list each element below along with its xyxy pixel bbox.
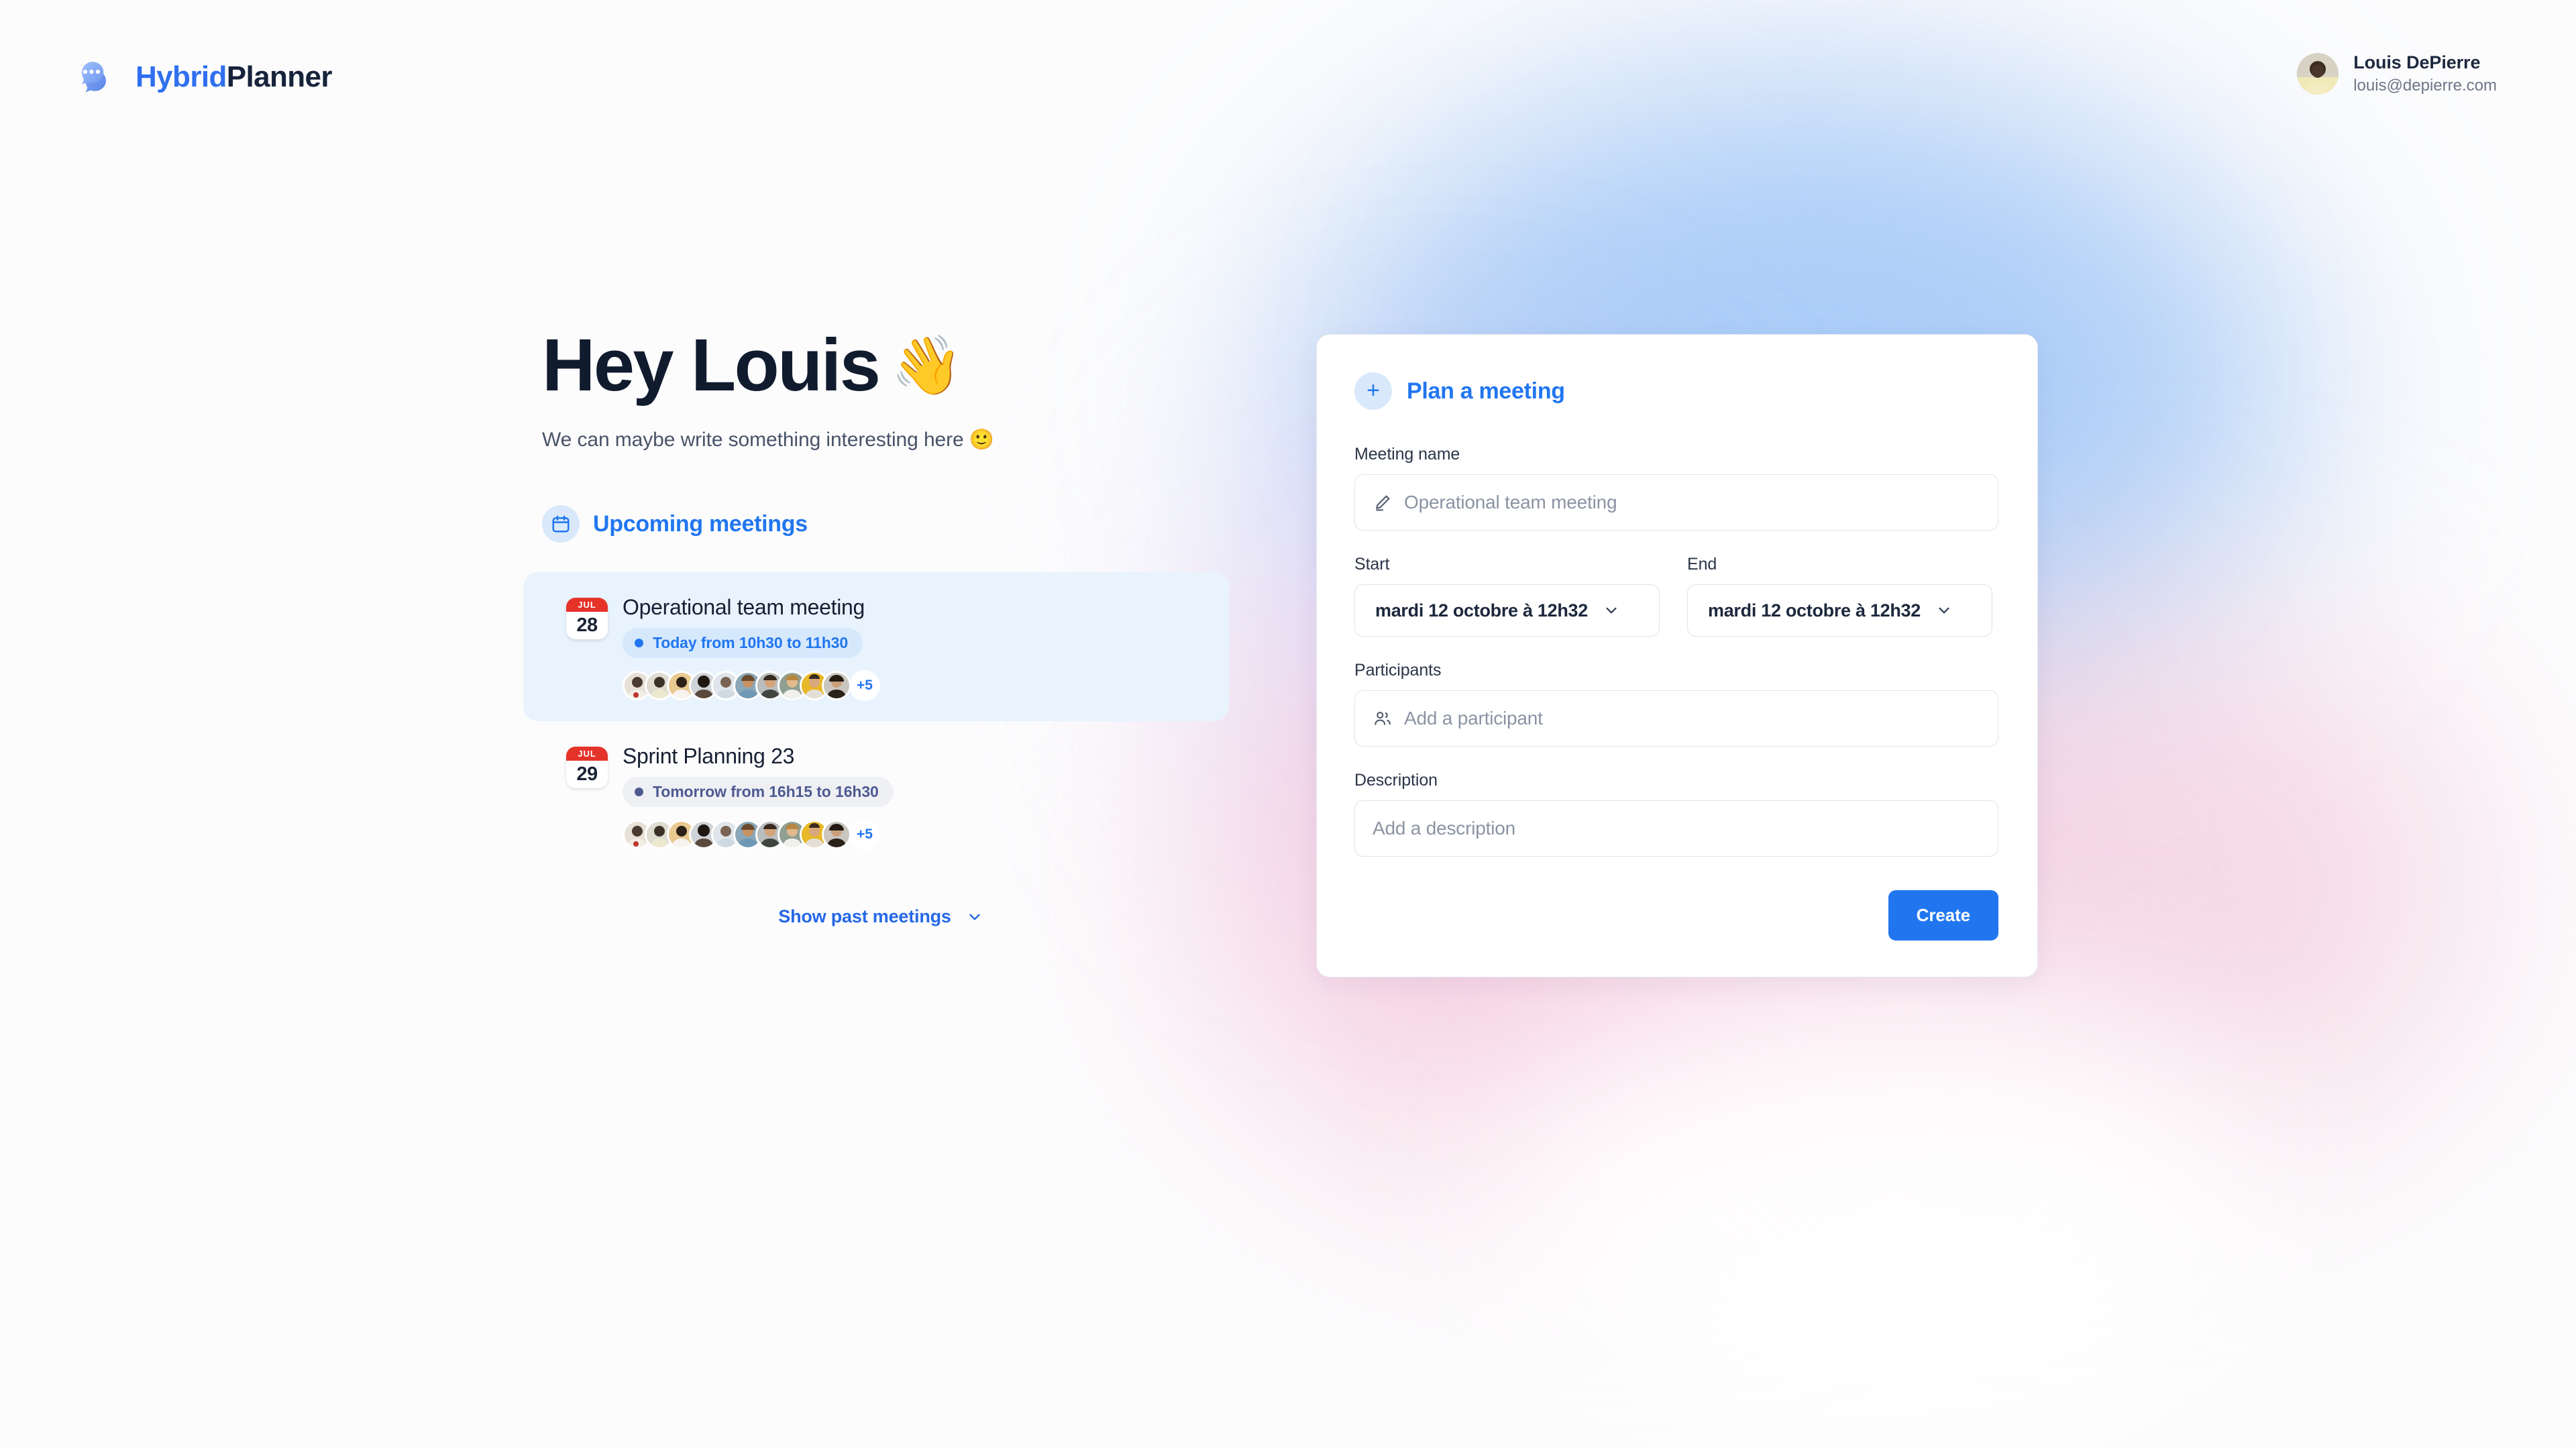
- plus-icon: +: [1354, 372, 1392, 410]
- show-past-meetings-label: Show past meetings: [778, 906, 951, 926]
- meeting-card[interactable]: JUL 29 Sprint Planning 23 Tomorrow from …: [542, 721, 1220, 870]
- description-field-group: Description Add a description: [1354, 771, 1998, 857]
- chevron-down-icon: [1603, 602, 1620, 619]
- start-date-select[interactable]: mardi 12 octobre à 12h32: [1354, 584, 1660, 637]
- chevron-down-icon: [966, 908, 983, 926]
- calendar-date-icon: JUL 28: [566, 598, 608, 639]
- participants-placeholder: Add a participant: [1404, 708, 1543, 729]
- meeting-time-badge: Tomorrow from 16h15 to 16h30: [623, 777, 894, 807]
- brand-name: HybridPlanner: [136, 60, 333, 94]
- calendar-month: JUL: [566, 747, 608, 761]
- user-name: Louis DePierre: [2353, 52, 2481, 72]
- description-label: Description: [1354, 771, 1438, 790]
- start-label: Start: [1354, 555, 1390, 574]
- participant-avatars[interactable]: +5: [623, 819, 894, 850]
- create-button[interactable]: Create: [1888, 890, 1998, 941]
- participants-input[interactable]: Add a participant: [1354, 690, 1998, 747]
- plan-meeting-header[interactable]: + Plan a meeting: [1354, 372, 1998, 410]
- plan-meeting-card: + Plan a meeting Meeting name Operationa…: [1316, 334, 2038, 977]
- date-range-row: Start mardi 12 octobre à 12h32 End mardi…: [1354, 555, 1998, 637]
- meeting-details: Sprint Planning 23 Tomorrow from 16h15 t…: [623, 744, 894, 850]
- status-dot-icon: [635, 639, 643, 647]
- chevron-down-icon: [1935, 602, 1953, 619]
- users-icon: [1373, 708, 1393, 729]
- avatar: [2297, 53, 2339, 95]
- meeting-name-input[interactable]: Operational team meeting: [1354, 474, 1998, 531]
- meeting-time-text: Today from 10h30 to 11h30: [653, 634, 849, 651]
- brand-name-part1: Hybrid: [136, 60, 227, 93]
- participants-field-group: Participants Add a participant: [1354, 661, 1998, 747]
- card-actions: Create: [1354, 890, 1998, 941]
- participants-label: Participants: [1354, 661, 1442, 680]
- meeting-title: Sprint Planning 23: [623, 744, 795, 768]
- pencil-icon: [1373, 492, 1393, 513]
- extra-participants-count[interactable]: +5: [849, 819, 880, 850]
- avatar: [822, 671, 851, 700]
- meeting-details: Operational team meeting Today from 10h3…: [623, 595, 880, 701]
- status-dot-icon: [635, 788, 643, 796]
- end-label: End: [1687, 555, 1717, 574]
- user-email: louis@depierre.com: [2353, 76, 2497, 95]
- calendar-icon: [542, 505, 580, 543]
- avatar: [822, 820, 851, 849]
- meeting-card[interactable]: JUL 28 Operational team meeting Today fr…: [523, 572, 1229, 721]
- waving-hand-icon: 👋: [891, 333, 963, 398]
- description-input[interactable]: Add a description: [1354, 800, 1998, 857]
- brand-name-part2: Planner: [226, 60, 333, 93]
- user-meta: Louis DePierre louis@depierre.com: [2353, 52, 2497, 95]
- start-field-group: Start mardi 12 octobre à 12h32: [1354, 555, 1666, 637]
- meeting-time-badge: Today from 10h30 to 11h30: [623, 628, 863, 658]
- brand-logo-group[interactable]: HybridPlanner: [72, 52, 333, 102]
- greeting-text: Hey Louis: [542, 324, 881, 407]
- calendar-date-icon: JUL 29: [566, 747, 608, 788]
- participant-avatars[interactable]: +5: [623, 670, 880, 701]
- upcoming-meetings-header: Upcoming meetings: [542, 505, 1220, 543]
- meeting-name-label: Meeting name: [1354, 445, 1460, 464]
- background-glow-layer: [0, 0, 2576, 1449]
- plan-meeting-title: Plan a meeting: [1407, 378, 1565, 404]
- section-title: Upcoming meetings: [593, 511, 808, 537]
- page-subtitle: We can maybe write something interesting…: [542, 429, 995, 451]
- main-left-column: Hey Louis 👋 We can maybe write something…: [523, 329, 1229, 927]
- description-placeholder: Add a description: [1373, 818, 1515, 839]
- end-field-group: End mardi 12 octobre à 12h32: [1687, 555, 1998, 637]
- page-title: Hey Louis 👋: [542, 329, 1220, 402]
- end-date-select[interactable]: mardi 12 octobre à 12h32: [1687, 584, 1992, 637]
- meeting-name-field-group: Meeting name Operational team meeting: [1354, 445, 1998, 531]
- show-past-meetings-button[interactable]: Show past meetings: [542, 906, 1220, 927]
- calendar-day: 29: [576, 763, 598, 785]
- meeting-time-text: Tomorrow from 16h15 to 16h30: [653, 783, 879, 800]
- calendar-day: 28: [576, 614, 598, 636]
- calendar-month: JUL: [566, 598, 608, 612]
- meeting-title: Operational team meeting: [623, 595, 865, 619]
- end-date-value: mardi 12 octobre à 12h32: [1708, 600, 1921, 621]
- meeting-name-placeholder: Operational team meeting: [1404, 492, 1617, 513]
- chat-bubble-icon: [72, 52, 122, 102]
- start-date-value: mardi 12 octobre à 12h32: [1375, 600, 1588, 621]
- meeting-list: JUL 28 Operational team meeting Today fr…: [523, 572, 1229, 870]
- extra-participants-count[interactable]: +5: [849, 670, 880, 701]
- white-fade: [1476, 973, 2281, 1442]
- user-profile[interactable]: Louis DePierre louis@depierre.com: [2297, 52, 2497, 95]
- top-bar: HybridPlanner Louis DePierre louis@depie…: [0, 0, 2576, 174]
